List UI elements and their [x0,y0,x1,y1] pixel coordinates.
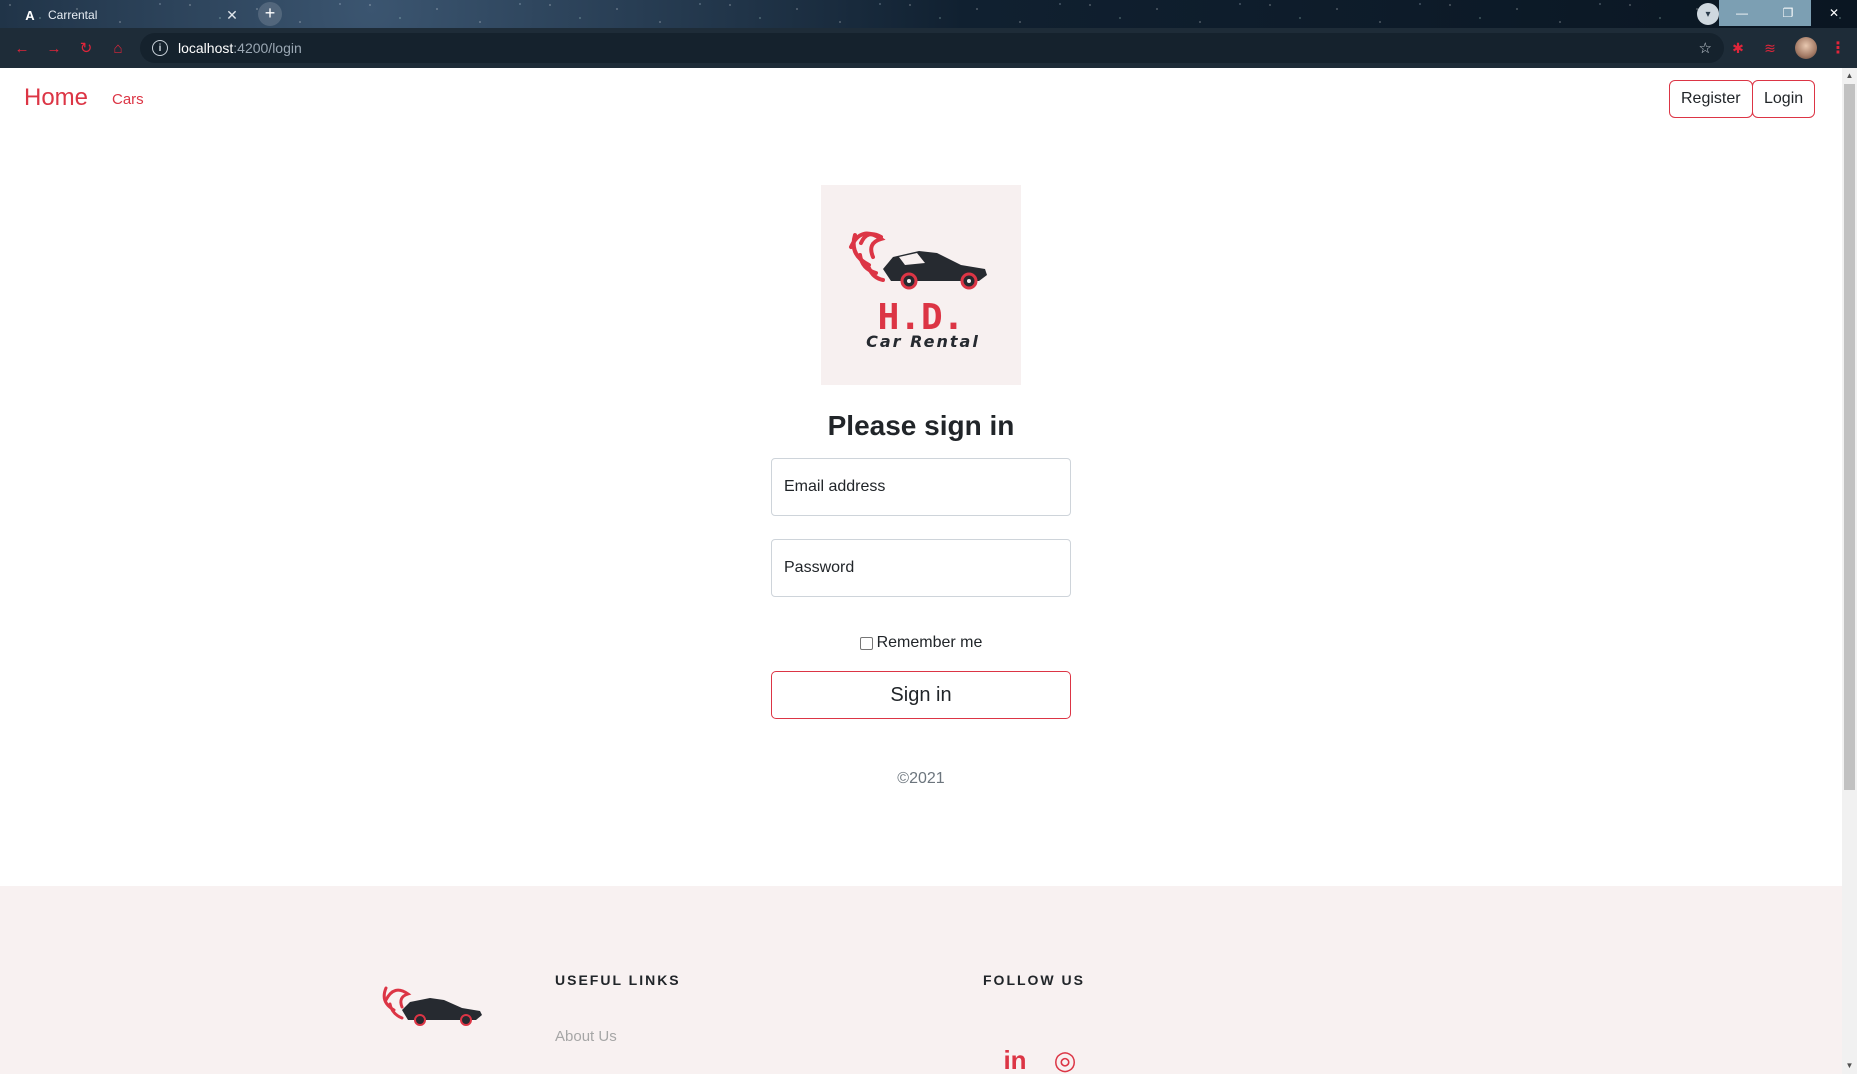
back-arrow-icon[interactable]: ← [12,38,32,58]
logo-subtitle: Car Rental [866,332,980,351]
minimize-button[interactable]: — [1719,0,1765,26]
tab-search-icon[interactable]: ▾ [1697,3,1719,25]
register-button[interactable]: Register [1669,80,1753,118]
bookmark-star-icon[interactable]: ☆ [1699,39,1712,57]
page-footer: USEFUL LINKS FOLLOW US About Us in ◎ [0,886,1842,1074]
scrollbar-thumb[interactable] [1844,84,1855,790]
page-viewport: Home Cars Register Login H.D. Car Rental [0,68,1857,1074]
tab-title: Carrental [48,8,98,22]
password-field[interactable]: Password [771,539,1071,597]
forward-arrow-icon[interactable]: → [44,38,64,58]
footer-link-about-us[interactable]: About Us [555,1028,617,1045]
login-button[interactable]: Login [1752,80,1816,118]
sign-in-button[interactable]: Sign in [771,671,1071,719]
angular-icon: A [25,7,35,23]
nav-cars-link[interactable]: Cars [112,91,144,108]
page-title: Please sign in [827,410,1015,441]
browser-menu-icon[interactable]: ⋮ [1830,38,1846,58]
page-scrollbar[interactable]: ▲ ▼ [1842,68,1857,1074]
useful-links-heading: USEFUL LINKS [555,972,681,988]
maximize-button[interactable]: ❐ [1765,0,1811,26]
url-host: localhost [178,40,234,56]
new-tab-button[interactable]: + [258,2,282,26]
top-navbar: Home Cars Register Login [0,68,1842,132]
brand-logo: H.D. Car Rental [821,185,1021,385]
close-icon[interactable]: ✕ [224,7,240,23]
puzzle-extension-icon[interactable]: ✱ [1728,38,1748,58]
browser-toolbar: ← → ↻ ⌂ i localhost:4200/login ☆ ✱ ≋ ⋮ [0,28,1857,68]
address-bar[interactable]: i localhost:4200/login ☆ [140,33,1724,63]
profile-avatar[interactable] [1795,37,1817,59]
scroll-up-arrow-icon[interactable]: ▲ [1842,68,1857,84]
reload-icon[interactable]: ↻ [76,38,96,58]
window-controls: — ❐ ✕ [1719,0,1857,26]
home-icon[interactable]: ⌂ [108,38,128,58]
scroll-down-arrow-icon[interactable]: ▼ [1842,1058,1857,1074]
close-window-button[interactable]: ✕ [1811,0,1857,26]
instagram-icon[interactable]: ◎ [1051,1045,1079,1074]
email-field[interactable]: Email address [771,458,1071,516]
nav-home-link[interactable]: Home [24,84,88,112]
remember-me-label: Remember me [876,634,983,651]
url-path: :4200/login [233,40,302,56]
info-icon[interactable]: i [152,40,168,56]
follow-us-heading: FOLLOW US [983,972,1085,988]
copyright-text: ©2021 [897,770,945,787]
remember-me-row: Remember me [771,634,1071,652]
browser-tab[interactable]: A Carrental ✕ [14,2,246,28]
car-rental-logo-icon: H.D. Car Rental [849,231,987,351]
translate-extension-icon[interactable]: ≋ [1760,38,1780,58]
linkedin-icon[interactable]: in [1001,1045,1029,1074]
browser-titlebar: A Carrental ✕ + ▾ — ❐ ✕ [0,0,1857,28]
footer-car-logo-icon [382,986,482,1026]
remember-me-checkbox[interactable] [859,636,873,650]
